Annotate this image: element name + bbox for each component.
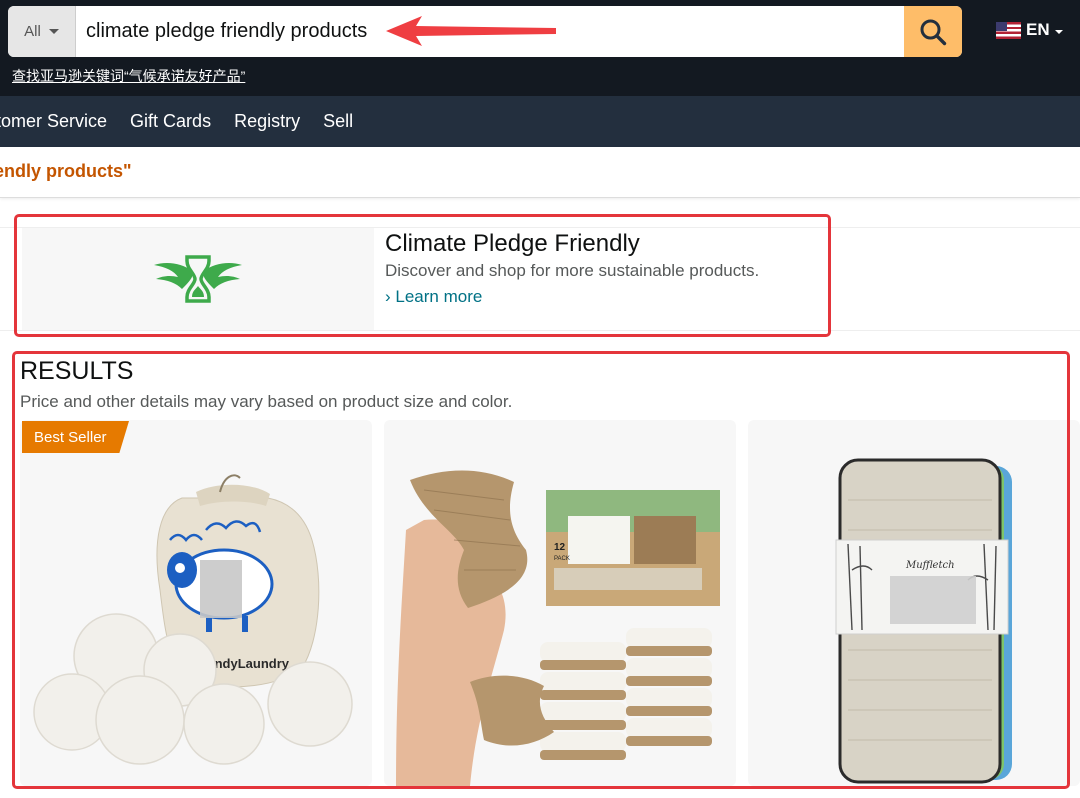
nav-registry[interactable]: Registry	[234, 111, 300, 132]
language-label: EN	[1026, 20, 1050, 39]
us-flag-icon	[996, 21, 1021, 39]
product-image-sponges: 12 PACK	[396, 470, 720, 786]
results-heading: RESULTS	[20, 357, 134, 385]
keyword-helper-link[interactable]: 查找亚马逊关键词“气候承诺友好产品”	[12, 66, 245, 86]
climate-pledge-logo-box[interactable]	[22, 228, 374, 330]
svg-text:Muffletch: Muffletch	[905, 560, 955, 571]
chevron-down-icon	[1054, 30, 1063, 34]
product-card[interactable]: Muffletch	[748, 420, 1080, 786]
svg-text:12: 12	[554, 542, 566, 553]
product-card[interactable]: HandyLaundry	[20, 420, 372, 786]
nav-gift-cards[interactable]: Gift Cards	[130, 111, 211, 132]
results-query-bar: endly products"	[0, 147, 1080, 198]
product-card[interactable]: 12 PACK	[384, 420, 736, 786]
search-button[interactable]	[904, 6, 962, 57]
best-seller-badge: Best Seller	[22, 421, 129, 453]
promo-title: Climate Pledge Friendly	[385, 230, 640, 257]
search-category-dropdown[interactable]: All	[8, 6, 76, 57]
svg-text:PACK: PACK	[554, 556, 570, 562]
chevron-down-icon	[48, 29, 59, 34]
learn-more-link[interactable]: › Learn more	[385, 287, 482, 307]
nav-sell[interactable]: Sell	[323, 111, 353, 132]
main-nav: stomer Service Gift Cards Registry Sell	[0, 96, 1080, 147]
results-query-text: endly products"	[0, 161, 132, 181]
language-selector[interactable]: EN	[996, 20, 1063, 40]
climate-pledge-logo-icon	[154, 255, 242, 303]
annotation-arrow-icon	[386, 16, 556, 46]
search-icon	[920, 19, 947, 45]
search-category-label: All	[24, 23, 41, 40]
nav-customer-service[interactable]: stomer Service	[0, 111, 107, 132]
product-image-bamboo-towels: Muffletch	[835, 458, 1012, 784]
promo-subtitle: Discover and shop for more sustainable p…	[385, 261, 760, 280]
product-image-dryer-balls: HandyLaundry	[33, 474, 353, 765]
results-disclaimer: Price and other details may vary based o…	[20, 392, 513, 411]
